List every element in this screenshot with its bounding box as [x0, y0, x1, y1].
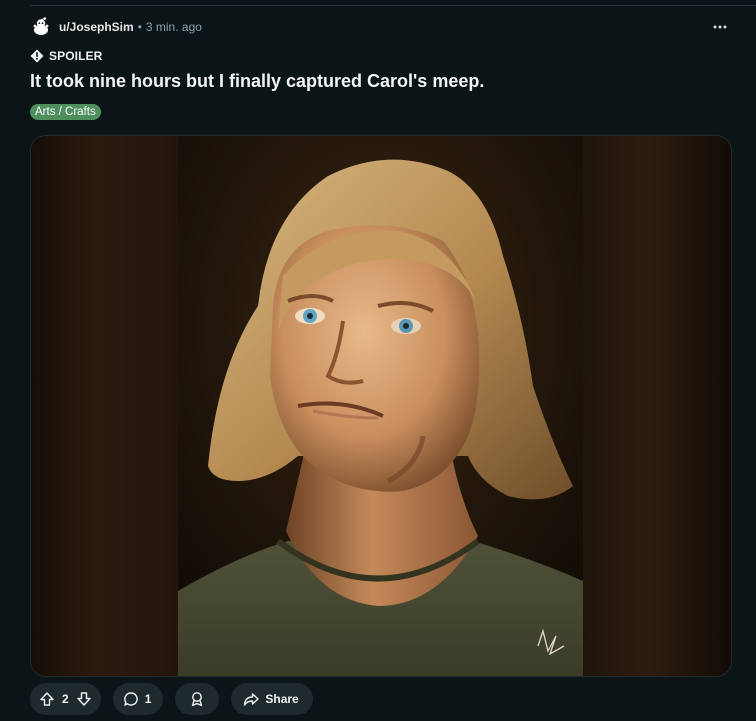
- comments-button[interactable]: 1: [112, 683, 164, 715]
- comment-count: 1: [144, 692, 152, 706]
- post-image[interactable]: [30, 135, 732, 677]
- alert-icon: [30, 49, 44, 63]
- upvote-arrow-icon: [40, 692, 54, 706]
- post-flair[interactable]: Arts / Crafts: [30, 104, 101, 120]
- award-icon: [192, 692, 203, 707]
- top-divider: [30, 5, 756, 6]
- reddit-snoo-icon: [33, 17, 49, 35]
- post-action-bar: 2 1 Share: [30, 683, 313, 715]
- post-timestamp: 3 min. ago: [145, 20, 202, 34]
- vote-count: 2: [62, 692, 69, 706]
- portrait-painting: [178, 136, 583, 676]
- user-avatar[interactable]: [30, 16, 52, 38]
- post-header: u/JosephSim • 3 min. ago: [30, 14, 732, 40]
- vote-control: 2: [30, 683, 101, 715]
- share-label: Share: [265, 692, 299, 706]
- meta-separator: •: [137, 20, 142, 34]
- comment-bubble-icon: [123, 692, 138, 706]
- award-button[interactable]: [175, 683, 220, 715]
- downvote-button[interactable]: [73, 688, 95, 710]
- upvote-button[interactable]: [36, 688, 58, 710]
- more-horizontal-icon: [713, 25, 727, 29]
- more-options-button[interactable]: [708, 17, 732, 37]
- author-username[interactable]: u/JosephSim: [59, 20, 134, 34]
- share-button[interactable]: Share: [231, 683, 313, 715]
- spoiler-label: SPOILER: [49, 49, 103, 63]
- image-blur-left: [31, 136, 178, 676]
- share-arrow-icon: [244, 693, 260, 706]
- post-title[interactable]: It took nine hours but I finally capture…: [30, 71, 484, 92]
- spoiler-tag: SPOILER: [30, 49, 102, 63]
- downvote-arrow-icon: [76, 692, 91, 706]
- image-blur-right: [583, 136, 731, 676]
